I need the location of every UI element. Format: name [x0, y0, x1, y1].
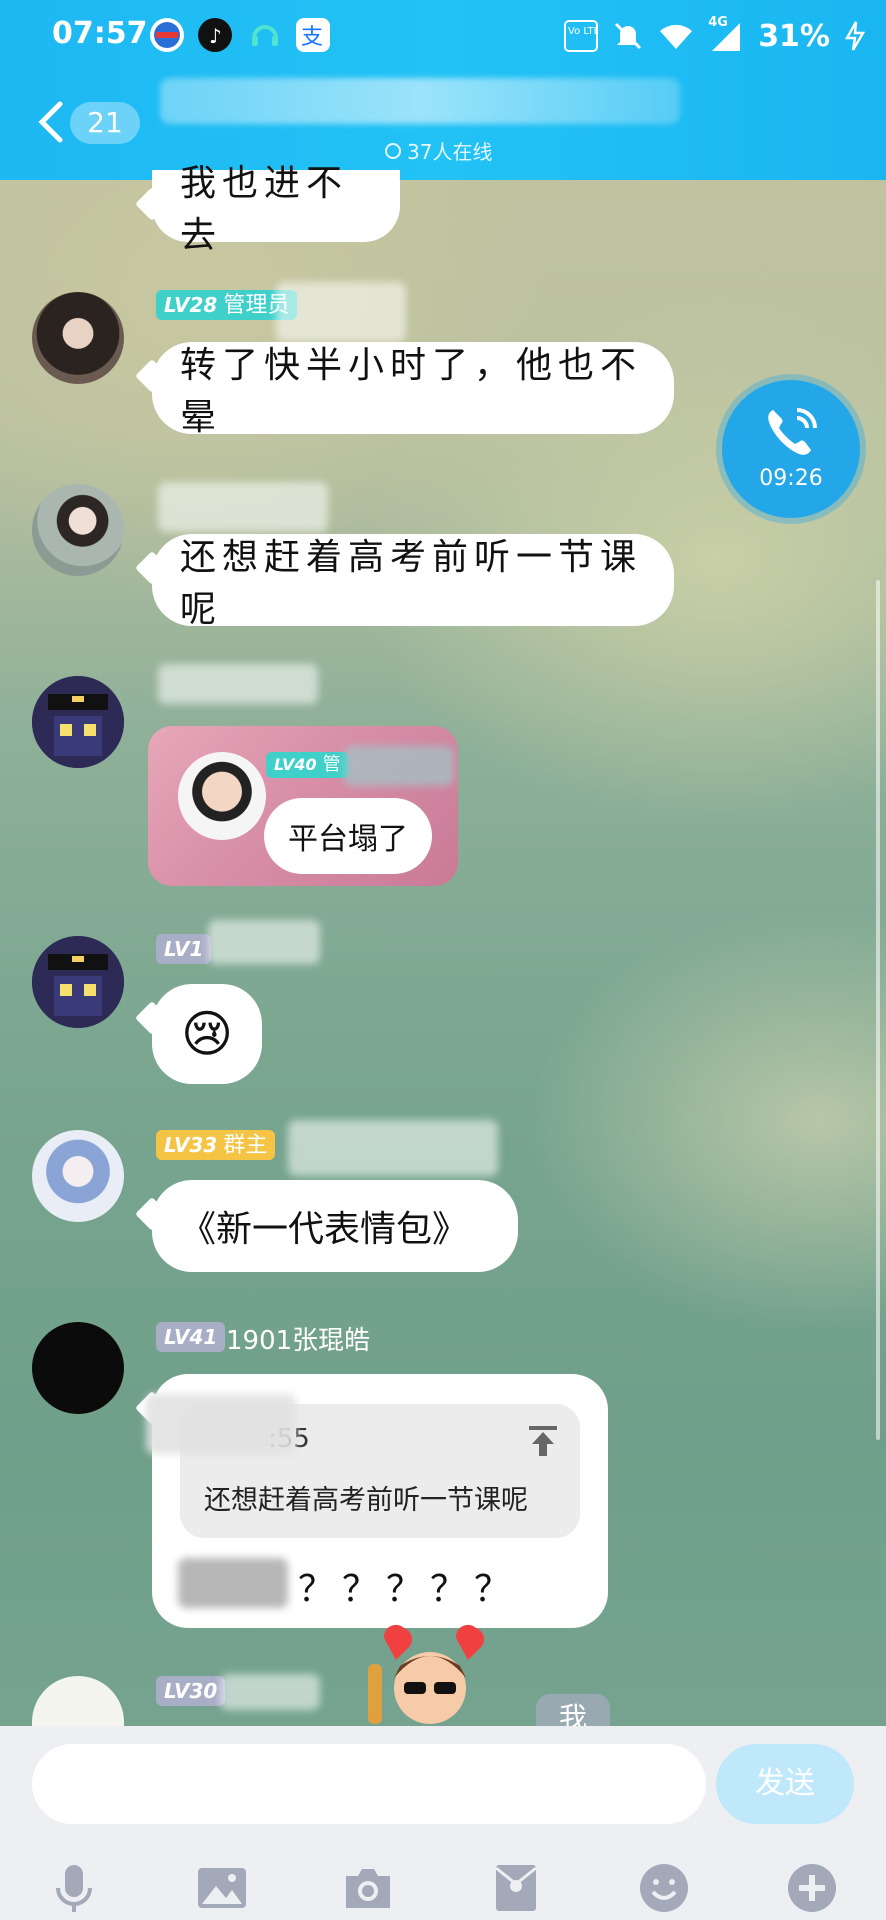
headset-app-icon: [248, 18, 282, 52]
avatar[interactable]: [32, 484, 124, 576]
input-bar: 发送: [0, 1726, 886, 1920]
volte-icon: Vo LTE: [564, 20, 599, 52]
message-bubble[interactable]: 《新一代表情包》: [152, 1180, 518, 1272]
back-button[interactable]: [36, 100, 66, 148]
phone-icon: [768, 408, 817, 455]
pixel-cat-icon: [32, 676, 124, 768]
level-badge: LV40 管: [266, 752, 349, 778]
chevron-left-icon: [38, 101, 63, 143]
send-button[interactable]: 发送: [716, 1744, 854, 1824]
alipay-icon: 支: [296, 18, 330, 52]
sender-name-blurred: [276, 282, 406, 342]
sender-name-blurred: [288, 1120, 498, 1176]
avatar[interactable]: [32, 292, 124, 384]
plus-icon[interactable]: [786, 1862, 838, 1914]
sticker-image[interactable]: LV40 管 平台塌了: [148, 726, 458, 886]
svg-text:支: 支: [301, 25, 323, 50]
call-duration: 09:26: [759, 466, 823, 491]
wifi-icon: [660, 24, 693, 49]
image-icon[interactable]: [196, 1862, 248, 1914]
unread-count-badge[interactable]: 21: [70, 102, 140, 144]
sticker-bubble: 平台塌了: [264, 798, 432, 874]
jump-to-top-icon[interactable]: [528, 1424, 558, 1458]
group-title-blurred[interactable]: [160, 78, 680, 124]
tiktok-icon: ♪: [198, 18, 232, 52]
message-bubble[interactable]: 还想赶着高考前听一节课呢: [152, 534, 674, 630]
online-count[interactable]: 37人在线: [385, 136, 492, 165]
status-time: 07:57: [52, 16, 148, 51]
red-packet-icon[interactable]: [490, 1862, 542, 1914]
boy-sticker-icon: [368, 1624, 485, 1724]
avatar: [178, 752, 266, 840]
microphone-icon[interactable]: [48, 1862, 100, 1914]
owner-badge: LV33 群主: [156, 1130, 276, 1160]
signal-icon: 4G: [708, 15, 744, 53]
message-bubble[interactable]: 转了快半小时了，他也不晕: [152, 342, 674, 438]
message-bubble[interactable]: 我也进不去: [152, 163, 400, 256]
message-bubble[interactable]: 😢: [152, 984, 262, 1084]
level-badge: LV30: [156, 1676, 226, 1706]
sender-name-blurred: [208, 920, 320, 964]
quote-text: 还想赶着高考前听一节课呢: [204, 1485, 528, 1516]
avatar[interactable]: [32, 1322, 124, 1414]
pixel-cat-icon: [32, 936, 124, 1028]
battery-percent: 31%: [758, 18, 830, 54]
charging-icon: [844, 21, 866, 51]
mute-bell-icon: [615, 22, 642, 50]
avatar[interactable]: [32, 676, 124, 768]
emoji-icon[interactable]: [638, 1862, 690, 1914]
online-text: 37人在线: [407, 140, 493, 164]
svg-text:Vo LTE: Vo LTE: [568, 26, 598, 37]
sender-name-blurred: [220, 1674, 320, 1710]
sender-name-blurred: [158, 664, 318, 704]
reply-text: ？？？？？: [298, 1569, 519, 1610]
avatar[interactable]: [32, 1130, 124, 1222]
level-badge: LV41: [156, 1322, 226, 1352]
svg-text:♪: ♪: [209, 24, 222, 48]
level-badge: LV1: [156, 934, 212, 964]
scrollbar[interactable]: [876, 580, 880, 1440]
chat-header: 07:57 ♪ 支 Vo LTE 4G 31% 21 37人在线: [0, 0, 886, 180]
call-button[interactable]: 09:26: [722, 380, 860, 518]
chevron-down-circle-icon: [385, 142, 401, 159]
avatar[interactable]: [32, 936, 124, 1028]
sender-name-blurred: [158, 482, 328, 532]
sender-name[interactable]: 1901张琨皓: [226, 1320, 370, 1357]
mention-blurred: [178, 1558, 288, 1608]
camera-icon[interactable]: [342, 1862, 394, 1914]
news-app-icon: [150, 18, 184, 52]
message-input[interactable]: [32, 1744, 706, 1824]
quote-sender-blurred: [146, 1394, 296, 1454]
network-type: 4G: [708, 15, 728, 30]
crying-emoji-icon: 😢: [180, 1005, 234, 1063]
sender-name-blurred: [344, 746, 454, 786]
